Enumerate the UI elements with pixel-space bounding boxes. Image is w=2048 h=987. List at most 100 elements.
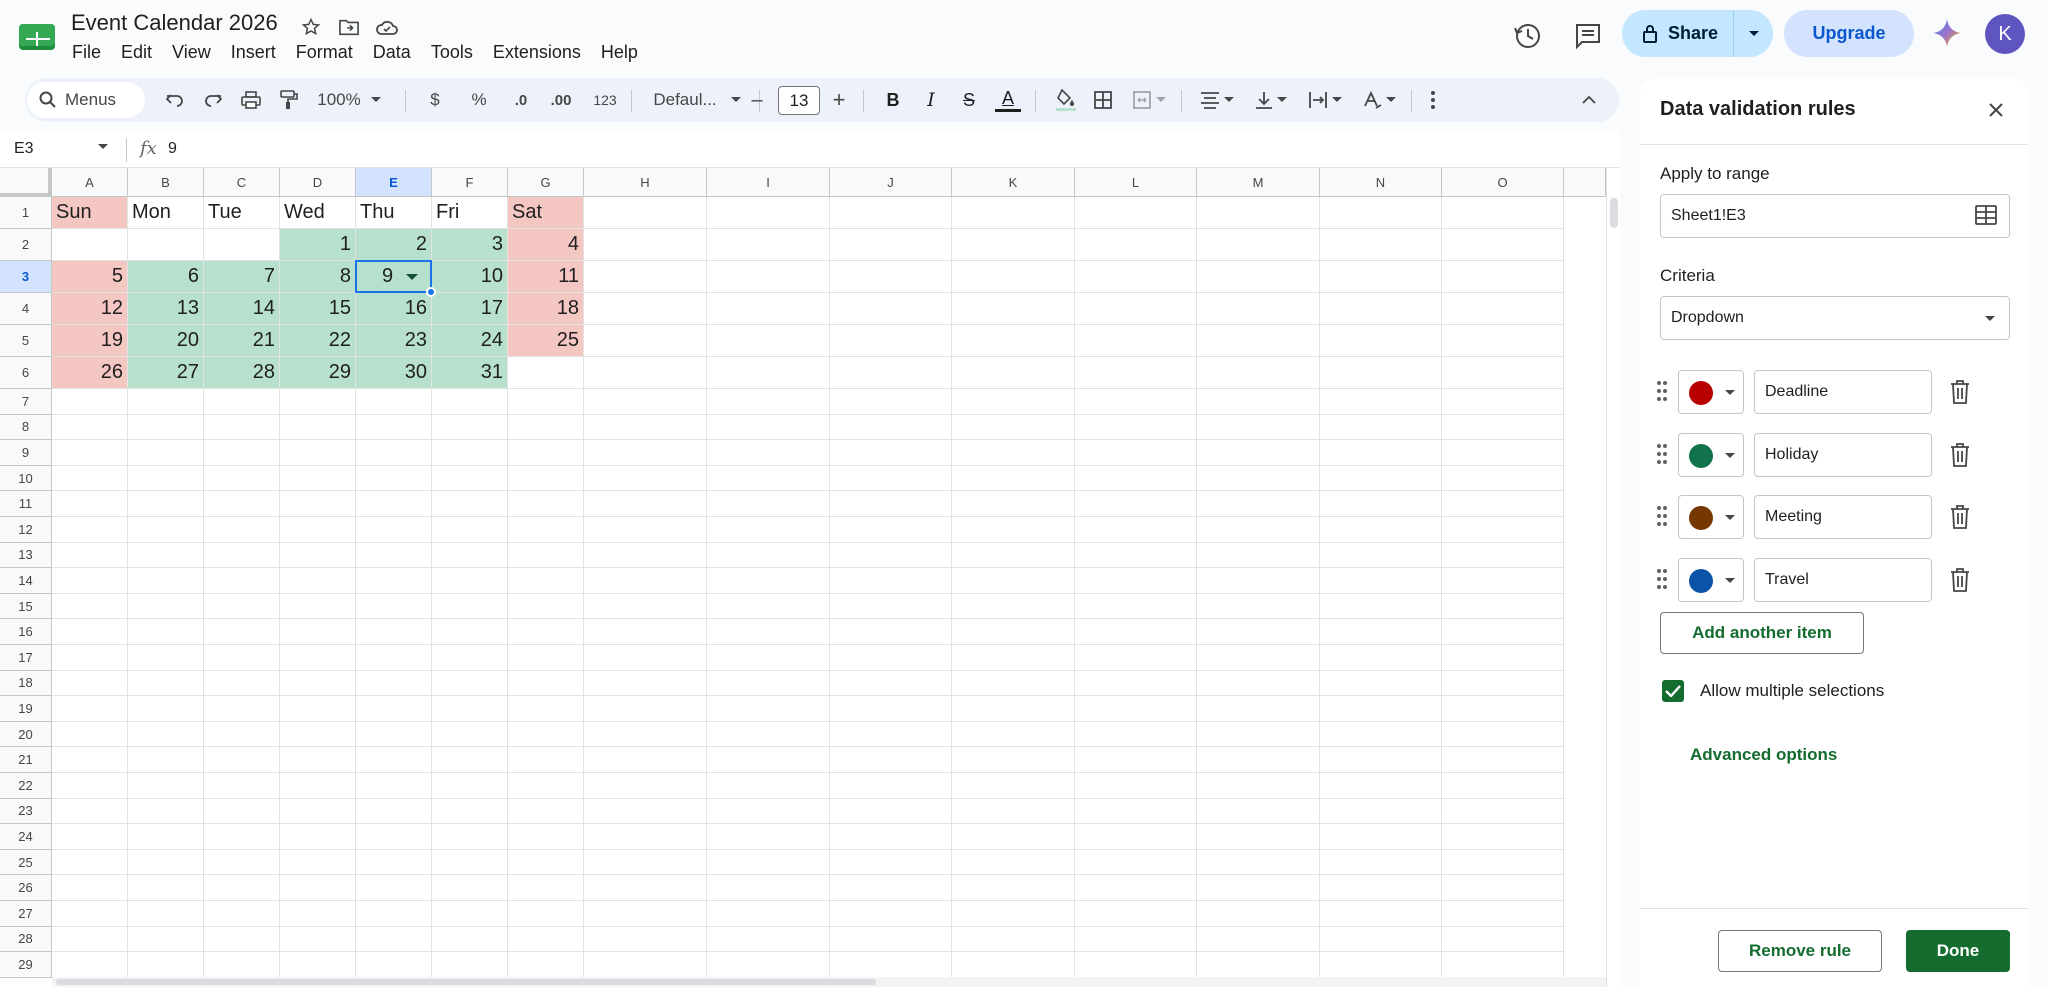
cell[interactable] [952,645,1075,671]
cell[interactable] [128,696,204,722]
cell[interactable] [432,389,508,415]
item-color-picker[interactable] [1678,370,1744,414]
cell[interactable] [584,357,707,389]
cell[interactable] [128,229,204,261]
cell[interactable] [952,824,1075,850]
cell[interactable] [356,465,432,492]
column-header-l[interactable]: L [1075,168,1197,197]
cell[interactable] [584,197,707,229]
cell[interactable] [128,875,204,901]
cell[interactable] [432,568,508,594]
cell[interactable] [707,593,830,620]
cell[interactable] [1075,491,1197,517]
cell[interactable] [508,798,584,825]
cell[interactable] [128,926,204,953]
cell[interactable] [1442,325,1564,357]
cell[interactable] [584,542,707,569]
cell[interactable] [707,568,830,594]
item-color-picker[interactable] [1678,495,1744,539]
horizontal-scrollbar[interactable] [52,977,1606,987]
date-cell[interactable]: 4 [508,229,584,261]
row-header[interactable]: 5 [0,325,52,357]
cell[interactable] [1320,440,1442,466]
cell[interactable] [830,440,952,466]
cell[interactable] [1320,261,1442,293]
cell[interactable] [432,952,508,978]
cell[interactable] [952,491,1075,517]
cell[interactable] [1320,670,1442,697]
cell[interactable] [707,952,830,978]
cell[interactable] [707,229,830,261]
cell[interactable] [707,798,830,825]
cell[interactable] [1442,440,1564,466]
cell[interactable] [830,465,952,492]
cell[interactable] [1320,414,1442,441]
advanced-options-link[interactable]: Advanced options [1690,745,1837,765]
cell[interactable] [1320,721,1442,748]
date-cell[interactable]: 31 [432,357,508,389]
day-header-cell[interactable]: Thu [356,197,432,229]
cell[interactable] [356,568,432,594]
cell[interactable] [584,670,707,697]
date-cell[interactable]: 12 [52,293,128,325]
row-header[interactable]: 10 [0,465,52,492]
cell[interactable] [830,645,952,671]
cell[interactable] [1075,517,1197,543]
text-color-button[interactable]: A [991,78,1025,122]
vertical-scrollbar[interactable] [1606,168,1620,987]
day-header-cell[interactable]: Mon [128,197,204,229]
undo-icon[interactable] [159,78,191,122]
share-options-button[interactable] [1734,30,1773,38]
cell[interactable] [432,645,508,671]
cell[interactable] [204,619,280,645]
cell[interactable] [1075,798,1197,825]
cell[interactable] [1075,696,1197,722]
cell[interactable] [1442,824,1564,850]
font-size-input[interactable]: 13 [778,86,820,115]
cell[interactable] [1442,229,1564,261]
cell[interactable] [1197,901,1320,927]
cell[interactable] [1075,261,1197,293]
cell[interactable] [584,440,707,466]
row-header[interactable]: 8 [0,414,52,441]
cell[interactable] [1320,798,1442,825]
cell[interactable] [1197,747,1320,773]
cell[interactable] [1197,229,1320,261]
cell[interactable] [707,824,830,850]
cell[interactable] [356,645,432,671]
day-header-cell[interactable]: Wed [280,197,356,229]
cell[interactable] [432,491,508,517]
cell[interactable] [830,875,952,901]
cell[interactable] [128,721,204,748]
star-icon[interactable] [298,14,324,40]
cell[interactable] [952,670,1075,697]
cell[interactable] [204,926,280,953]
delete-item-icon[interactable] [1948,504,1972,530]
cell[interactable] [830,261,952,293]
cell[interactable] [1320,773,1442,799]
cell[interactable] [204,952,280,978]
cell[interactable] [830,568,952,594]
cell[interactable] [52,440,128,466]
cell[interactable] [280,517,356,543]
cell[interactable] [952,849,1075,876]
cell[interactable] [204,542,280,569]
date-cell[interactable]: 17 [432,293,508,325]
fill-handle[interactable] [426,287,436,297]
cell[interactable] [1075,747,1197,773]
cell[interactable] [952,593,1075,620]
cell[interactable] [830,773,952,799]
dropdown-chip-arrow-icon[interactable] [406,274,418,280]
row-header[interactable]: 27 [0,901,52,927]
cell[interactable] [952,440,1075,466]
cell[interactable] [52,901,128,927]
cell[interactable] [280,773,356,799]
cell[interactable] [1442,747,1564,773]
cell[interactable] [432,414,508,441]
cell[interactable] [508,670,584,697]
cell[interactable] [128,670,204,697]
cell[interactable] [952,293,1075,325]
cell[interactable] [584,645,707,671]
cell[interactable] [204,465,280,492]
cell[interactable] [508,926,584,953]
